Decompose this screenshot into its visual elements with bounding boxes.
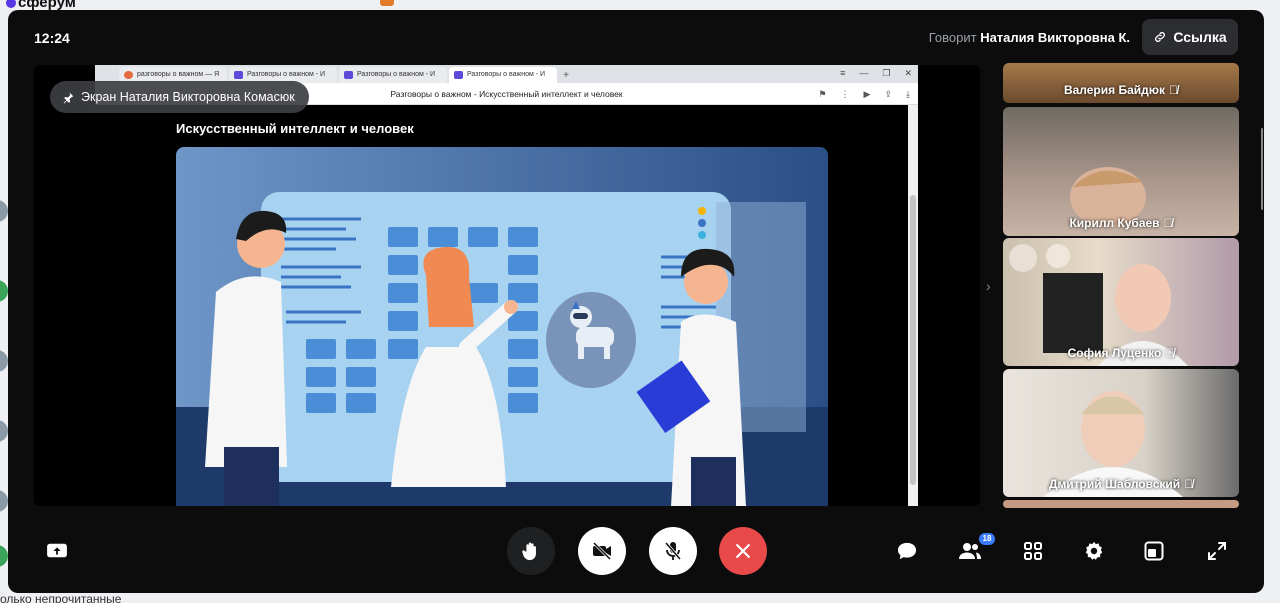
share-screen-button[interactable]: [44, 538, 70, 564]
participant-tile[interactable]: Дмитрий Шабловский 🎙̸: [1003, 369, 1239, 497]
pin-icon: [63, 92, 74, 103]
participant-tile[interactable]: Валерия Байдюк 🎙̸: [1003, 63, 1239, 103]
video-call-window: 12:24 Говорит Наталия Викторовна К. Ссыл…: [8, 10, 1264, 593]
screen-share-owner: Экран Наталия Викторовна Комасюк: [81, 90, 295, 104]
link-icon: [1155, 32, 1166, 42]
participants-scrollbar[interactable]: [1261, 128, 1263, 210]
hand-icon: [522, 542, 536, 561]
play-icon: ▶: [863, 88, 871, 99]
tab-favicon: [124, 71, 133, 79]
tab-favicon: [454, 71, 463, 79]
bookmark-icon: ⚑: [818, 88, 827, 99]
close-icon: [736, 544, 750, 558]
participant-name: Валерия Байдюк 🎙̸: [1063, 83, 1179, 97]
tab-favicon: [344, 71, 353, 79]
window-controls: ≡ — ❐ ✕: [840, 68, 912, 78]
speaking-indicator: Говорит Наталия Викторовна К.: [929, 30, 1130, 45]
chevron-right-icon[interactable]: ›: [986, 278, 991, 294]
participant-tile[interactable]: Кирилл Кубаев 🎙̸: [1003, 107, 1239, 236]
unread-filter-label[interactable]: олько непрочитанные: [0, 592, 121, 603]
slide-illustration: [176, 147, 828, 506]
tab-favicon: [234, 71, 243, 79]
expand-icon: [1208, 542, 1226, 560]
end-call-button[interactable]: [719, 527, 767, 575]
call-time: 12:24: [34, 30, 70, 46]
chat-avatar: [380, 0, 394, 6]
presentation-page: Искусственный интеллект и человек: [95, 105, 908, 506]
participant-tile[interactable]: [1003, 500, 1239, 508]
chat-bubble-icon: [897, 542, 917, 560]
speaking-prefix: Говорит: [928, 30, 977, 45]
slide-heading: Искусственный интеллект и человек: [176, 121, 414, 136]
mic-off-icon: [664, 542, 682, 560]
scrollbar-thumb[interactable]: [910, 195, 916, 485]
mic-off-icon: 🎙̸: [1184, 477, 1194, 491]
mic-off-icon: 🎙̸: [1165, 346, 1175, 360]
microphone-toggle-button[interactable]: [649, 527, 697, 575]
camera-toggle-button[interactable]: [578, 527, 626, 575]
fullscreen-button[interactable]: [1204, 538, 1230, 564]
camera-off-icon: [592, 541, 612, 561]
mic-off-icon: 🎙̸: [1163, 216, 1173, 230]
new-tab-icon: +: [563, 70, 569, 81]
participant-name: Кирилл Кубаев 🎙̸: [1069, 216, 1173, 230]
share-icon: ⇪: [884, 88, 893, 99]
browser-tab: Разговоры о важном - И: [339, 67, 447, 83]
settings-button[interactable]: [1081, 538, 1107, 564]
page-scrollbar[interactable]: [908, 105, 918, 506]
participant-tile[interactable]: София Луценко 🎙̸: [1003, 238, 1239, 366]
screen-share-label-chip[interactable]: Экран Наталия Викторовна Комасюк: [50, 81, 309, 113]
avatar: [0, 350, 8, 372]
mic-off-icon: 🎙̸: [1169, 83, 1179, 97]
avatar: [0, 545, 8, 567]
share-screen-icon: [47, 543, 67, 558]
participants-icon: [959, 543, 981, 559]
screen-share-view[interactable]: разговоры о важном — Я Разговоры о важно…: [34, 65, 980, 506]
grid-icon: [1024, 542, 1042, 560]
picture-in-picture-button[interactable]: [1141, 538, 1167, 564]
download-icon: ⤓: [906, 88, 910, 99]
brand-logo: [6, 0, 16, 8]
gear-icon: [1085, 541, 1103, 560]
avatar: [0, 490, 8, 512]
menu-icon: ⋮: [840, 88, 850, 99]
browser-tab-active: Разговоры о важном - И: [449, 67, 557, 83]
browser-toolbar-icons: ⚑ ⋮ ▶ ⇪ ⤓: [818, 83, 910, 105]
participants-count-badge: 18: [979, 533, 995, 545]
avatar: [0, 280, 8, 302]
participant-name: София Луценко 🎙̸: [1067, 346, 1175, 360]
shared-browser: разговоры о важном — Я Разговоры о важно…: [95, 65, 918, 506]
raise-hand-button[interactable]: [507, 527, 555, 575]
avatar: [0, 200, 8, 222]
layout-grid-button[interactable]: [1020, 538, 1046, 564]
chat-button[interactable]: [894, 538, 920, 564]
participant-name: Дмитрий Шабловский 🎙̸: [1048, 477, 1194, 491]
avatar: [0, 420, 8, 442]
speaking-name: Наталия Викторовна К.: [980, 30, 1130, 45]
copy-link-label: Ссылка: [1173, 29, 1227, 45]
pip-icon: [1144, 541, 1164, 561]
copy-link-button[interactable]: Ссылка: [1142, 19, 1238, 55]
